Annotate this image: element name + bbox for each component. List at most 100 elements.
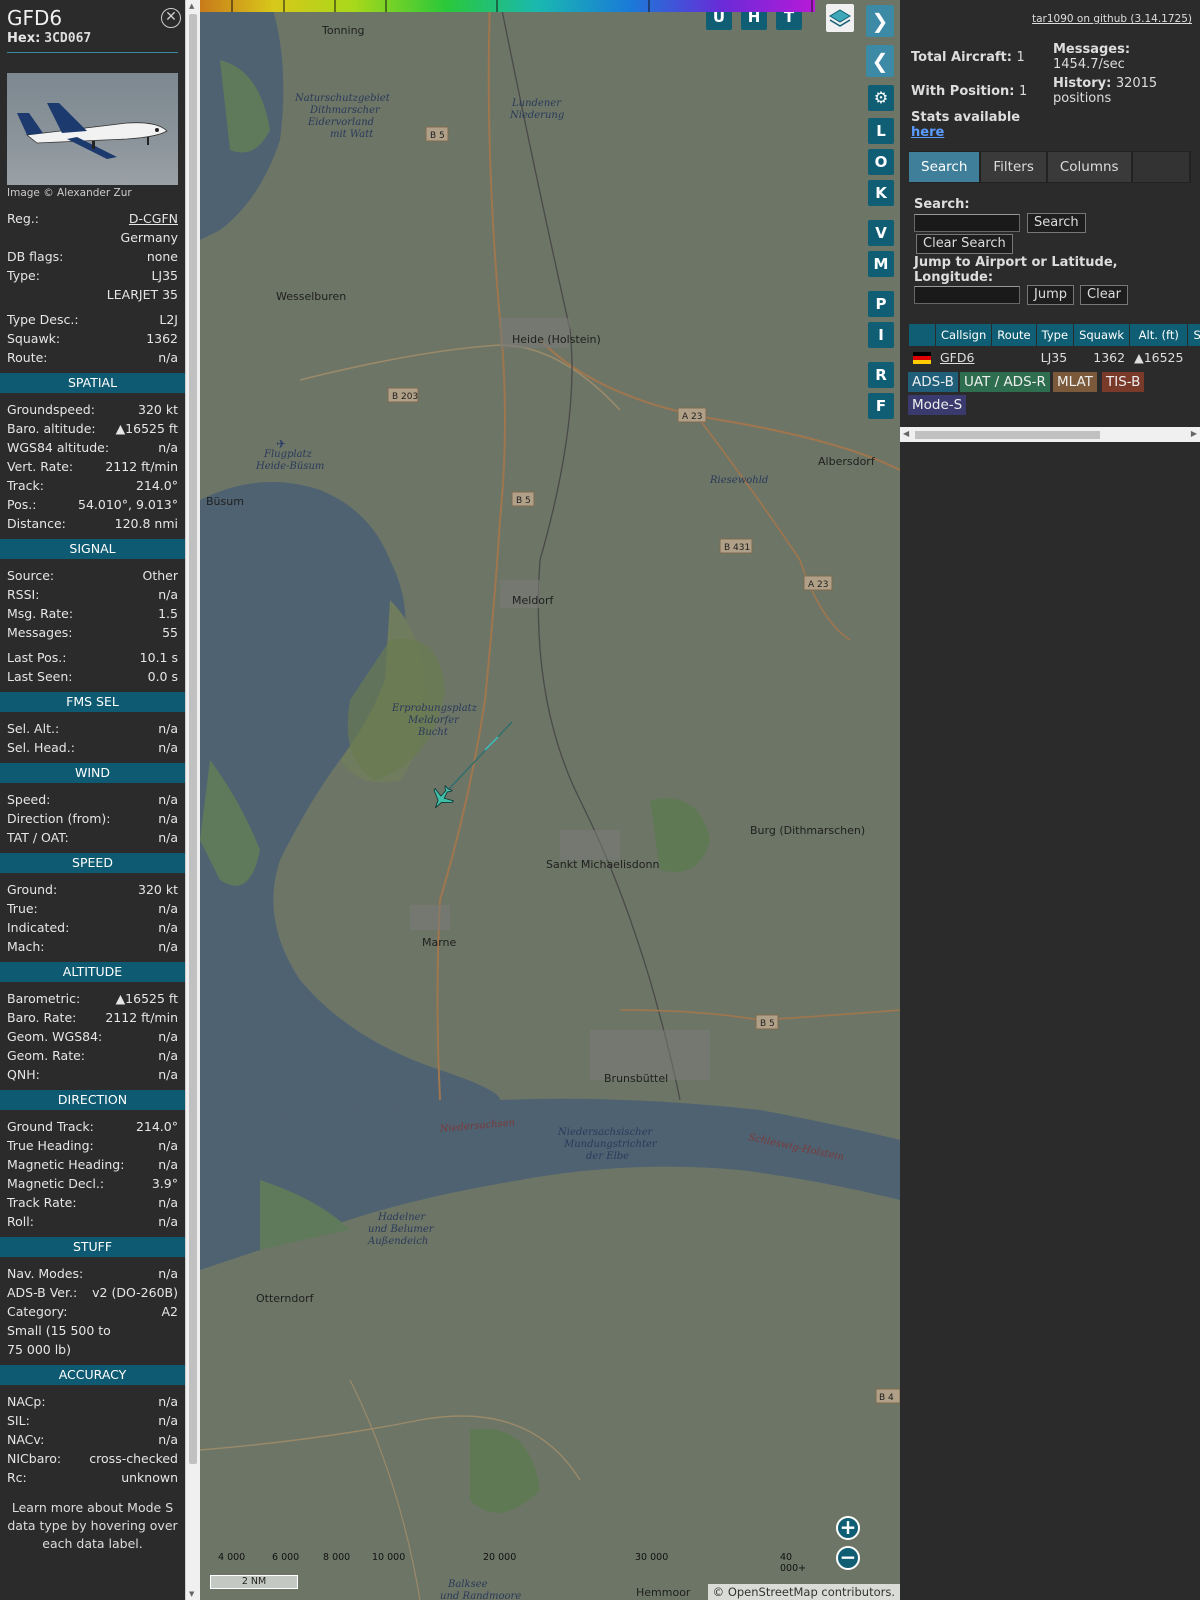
- table-header-route[interactable]: Route: [992, 324, 1036, 346]
- panel-scrollbar[interactable]: ▲ ▼: [185, 0, 200, 1600]
- detail-value: LJ35: [151, 268, 178, 283]
- detail-label: Roll:: [7, 1214, 34, 1229]
- scroll-right-icon[interactable]: ▶: [1191, 429, 1197, 438]
- layers-icon[interactable]: [826, 4, 854, 32]
- expand-right-icon[interactable]: ❯: [866, 5, 894, 37]
- jump-input[interactable]: [914, 286, 1020, 304]
- detail-value: 2112 ft/min: [105, 459, 178, 474]
- toggle-m-button[interactable]: M: [868, 251, 894, 277]
- row-type: LJ35: [1036, 347, 1074, 367]
- close-icon[interactable]: ✕: [161, 8, 181, 28]
- svg-text:B 203: B 203: [392, 392, 418, 402]
- row-callsign[interactable]: GFD6: [936, 347, 992, 367]
- search-button[interactable]: Search: [1027, 213, 1086, 233]
- detail-row: Baro. altitude: ▲16525 ft: [0, 419, 185, 438]
- toggle-p-button[interactable]: P: [868, 291, 894, 317]
- tab-filters[interactable]: Filters: [981, 152, 1046, 182]
- detail-label: QNH:: [7, 1067, 40, 1082]
- map-canvas[interactable]: Tonning Wesselburen Heide (Holstein) Alb…: [200, 0, 900, 1600]
- tab-columns[interactable]: Columns: [1047, 152, 1131, 182]
- table-header-squawk[interactable]: Squawk: [1074, 324, 1130, 346]
- detail-value: n/a: [158, 1029, 178, 1044]
- row-route: [992, 347, 1036, 367]
- area-label: Außendeich: [367, 1236, 428, 1247]
- area-label: Mundungstrichter: [563, 1139, 658, 1150]
- detail-row: Route: n/a: [0, 348, 185, 367]
- table-header-alt[interactable]: Alt. (ft): [1130, 324, 1188, 346]
- jump-button[interactable]: Jump: [1027, 285, 1074, 305]
- detail-value: n/a: [158, 1394, 178, 1409]
- hex-code: 3CD067: [44, 31, 92, 46]
- detail-row: Track Rate: n/a: [0, 1193, 185, 1212]
- scroll-down-icon[interactable]: ▼: [189, 1590, 194, 1598]
- clear-search-button[interactable]: Clear Search: [916, 234, 1013, 254]
- zoom-out-icon[interactable]: −: [836, 1546, 860, 1570]
- detail-row: Roll: n/a: [0, 1212, 185, 1231]
- detail-label: Ground:: [7, 882, 58, 897]
- detail-value: 2112 ft/min: [105, 1010, 178, 1025]
- stats-label: Stats available: [911, 110, 1021, 125]
- toggle-v-button[interactable]: V: [868, 220, 894, 246]
- road-shield: B 5: [425, 126, 449, 142]
- search-input[interactable]: [914, 214, 1020, 232]
- table-header-spd[interactable]: Spd: [1188, 324, 1200, 346]
- github-link[interactable]: tar1090 on github (3.14.1725): [1032, 13, 1192, 25]
- detail-value: Germany: [120, 230, 178, 245]
- detail-sections: SPATIAL Groundspeed: 320 kt Baro. altitude:…: [0, 373, 185, 1487]
- detail-row: DB flags: none: [0, 247, 185, 266]
- panel-scroll-thumb[interactable]: [189, 14, 197, 1464]
- table-row[interactable]: GFD6 LJ35 1362 ▲16525: [909, 347, 1200, 367]
- detail-label: 75 000 lb): [7, 1342, 71, 1357]
- toggle-l-button[interactable]: L: [868, 118, 894, 144]
- detail-value: n/a: [158, 1157, 178, 1172]
- toggle-f-button[interactable]: F: [868, 393, 894, 419]
- row-alt: ▲16525: [1130, 347, 1188, 367]
- detail-row: Sel. Alt.: n/a: [0, 719, 185, 738]
- section-header-accuracy: ACCURACY: [0, 1365, 185, 1385]
- detail-value: 0.0 s: [147, 669, 178, 684]
- detail-value: A2: [161, 1304, 178, 1319]
- toggle-r-button[interactable]: R: [868, 362, 894, 388]
- map-attribution[interactable]: © OpenStreetMap contributors.: [707, 1584, 900, 1600]
- table-hscrollbar[interactable]: ◀ ▶: [900, 427, 1200, 442]
- detail-value: n/a: [158, 440, 178, 455]
- detail-label: Speed:: [7, 792, 51, 807]
- detail-value: 120.8 nmi: [114, 516, 178, 531]
- hscroll-thumb[interactable]: [915, 431, 1100, 439]
- table-header-callsign[interactable]: Callsign: [936, 324, 992, 346]
- altitude-legend-labels: 4 000 6 000 8 000 10 000 20 000 30 000 4…: [200, 1552, 820, 1574]
- detail-row: RSSI: n/a: [0, 585, 185, 604]
- area-label: der Elbe: [586, 1151, 629, 1162]
- source-chip: ADS-B: [908, 372, 958, 392]
- table-header-type[interactable]: Type: [1036, 324, 1074, 346]
- scroll-left-icon[interactable]: ◀: [903, 429, 909, 438]
- place-label: Riesewohld: [709, 475, 768, 486]
- map-view[interactable]: Tonning Wesselburen Heide (Holstein) Alb…: [200, 0, 900, 1600]
- place-label: Tonning: [321, 24, 365, 37]
- detail-label: Type:: [7, 268, 40, 283]
- collapse-left-icon[interactable]: ❮: [866, 45, 894, 77]
- detail-row: NICbaro: cross-checked: [0, 1449, 185, 1468]
- detail-value: cross-checked: [89, 1451, 178, 1466]
- total-aircraft-value: 1: [1016, 50, 1025, 65]
- detail-value: 55: [162, 625, 178, 640]
- toggle-o-button[interactable]: O: [868, 149, 894, 175]
- detail-label: Sel. Head.:: [7, 740, 75, 755]
- detail-label: Groundspeed:: [7, 402, 95, 417]
- table-header-flag[interactable]: [909, 324, 935, 346]
- tab-search[interactable]: Search: [909, 152, 980, 182]
- svg-text:B 5: B 5: [760, 1019, 775, 1029]
- toggle-k-button[interactable]: K: [868, 180, 894, 206]
- detail-label: Mach:: [7, 939, 45, 954]
- scroll-up-icon[interactable]: ▲: [189, 2, 194, 10]
- detail-row: Source: Other: [0, 566, 185, 585]
- clear-button[interactable]: Clear: [1080, 285, 1128, 305]
- stats-link[interactable]: here: [911, 125, 1020, 140]
- zoom-in-icon[interactable]: +: [836, 1516, 860, 1540]
- detail-value[interactable]: D-CGFN: [129, 209, 178, 228]
- detail-row: Barometric: ▲16525 ft: [0, 989, 185, 1008]
- area-label: und Randmoore: [440, 1591, 521, 1600]
- toggle-i-button[interactable]: I: [868, 322, 894, 348]
- aircraft-photo[interactable]: [7, 73, 178, 185]
- settings-gear-icon[interactable]: ⚙: [868, 85, 894, 111]
